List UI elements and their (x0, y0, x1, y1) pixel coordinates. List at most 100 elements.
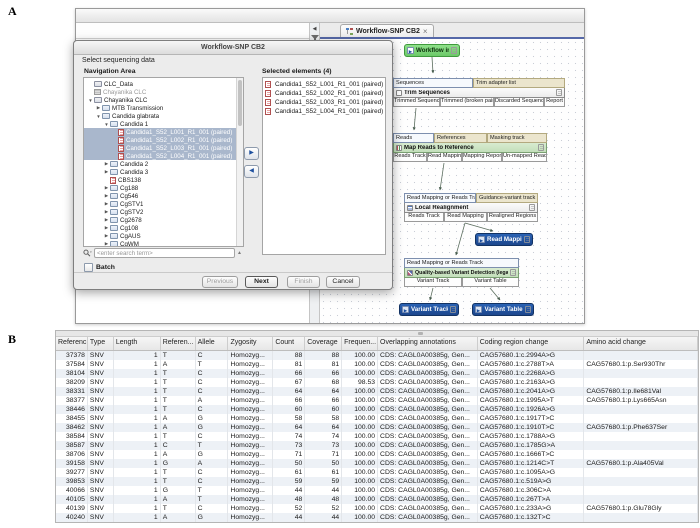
output-port[interactable]: Read Mapping (427, 153, 462, 162)
tree-item[interactable]: CLC_Data (84, 80, 243, 88)
tree-item[interactable]: ▶CgSTV1 (84, 200, 243, 208)
output-port[interactable]: Variant Table (462, 278, 519, 287)
node-menu-icon[interactable] (510, 269, 516, 276)
table-row[interactable]: 37378SNV1TCHomozyg...8888100.00CDS: CAGL… (56, 351, 698, 360)
input-port[interactable]: Guidance-variant track (476, 193, 538, 203)
tree-expander-icon[interactable]: ▶ (103, 161, 110, 167)
table-header-cell[interactable]: Coding region change (478, 337, 585, 350)
node-menu-icon[interactable] (538, 144, 544, 151)
tree-item[interactable]: ▶Candida 3 (84, 168, 243, 176)
output-port[interactable]: Trimmed (broken pairs) (440, 98, 494, 107)
step-header[interactable]: Map Reads to Reference (393, 143, 547, 153)
output-port[interactable]: Realigned Regions (487, 213, 538, 222)
selected-element[interactable]: Candida1_S52_L001_R1_001 (paired) (263, 80, 385, 89)
workflow-block-map[interactable]: ReadsReferencesMasking trackMap Reads to… (393, 133, 547, 162)
previous-button[interactable]: Previous (202, 276, 238, 288)
batch-checkbox[interactable] (84, 263, 93, 272)
table-row[interactable]: 38455SNV1AGHomozyg...5858100.00CDS: CAGL… (56, 414, 698, 423)
output-port[interactable]: Trimmed Sequences (393, 98, 440, 107)
tree-expander-icon[interactable]: ▶ (103, 201, 110, 207)
tree-item[interactable]: ▶CgAUS (84, 232, 243, 240)
finish-button[interactable]: Finish (287, 276, 320, 288)
tree-item[interactable]: ▼Chayanika CLC (84, 96, 243, 104)
tree-item[interactable]: Candida1_S52_L003_R1_001 (paired) (84, 144, 243, 152)
tree-expander-icon[interactable]: ▶ (103, 193, 110, 199)
table-row[interactable]: 39853SNV1TCHomozyg...5959100.00CDS: CAGL… (56, 477, 698, 486)
table-header-cell[interactable]: Type (88, 337, 114, 350)
tree-item[interactable]: ▶CgWM (84, 240, 243, 247)
table-row[interactable]: 40240SNV1AGHomozyg...4444100.00CDS: CAGL… (56, 513, 698, 522)
output-port[interactable]: Mapping Report (462, 153, 502, 162)
search-input[interactable] (94, 248, 235, 258)
workflow-block-trim[interactable]: SequencesTrim adapter listTrim Sequences… (393, 78, 565, 107)
tree-expander-icon[interactable]: ▼ (95, 114, 102, 119)
tree-scrollbar-thumb[interactable] (238, 80, 242, 126)
input-port[interactable]: Masking track (487, 133, 547, 143)
workflow-block-realign[interactable]: Read Mapping or Reads TrackGuidance-vari… (404, 193, 538, 222)
table-row[interactable]: 39277SNV1TCHomozyg...6161100.00CDS: CAGL… (56, 468, 698, 477)
selected-element[interactable]: Candida1_S52_L003_R1_001 (paired) (263, 98, 385, 107)
output-node-variant-track[interactable]: ▶ Variant Track (399, 303, 459, 316)
node-menu-icon[interactable] (451, 47, 457, 54)
input-port[interactable]: Reads (393, 133, 434, 143)
workflow-block-qvd[interactable]: Read Mapping or Reads TrackQuality-based… (404, 258, 519, 287)
tree-item[interactable]: ▶Cg188 (84, 184, 243, 192)
table-row[interactable]: 40066SNV1GTHomozyg...4444100.00CDS: CAGL… (56, 486, 698, 495)
table-header-cell[interactable]: Coverage (305, 337, 342, 350)
table-header-cell[interactable]: Length (114, 337, 161, 350)
table-row[interactable]: 39158SNV1GAHomozyg...5050100.00CDS: CAGL… (56, 459, 698, 468)
collapse-pane-icon[interactable]: ◀ (310, 26, 319, 32)
tree-item[interactable]: ▶Cg108 (84, 224, 243, 232)
output-port[interactable]: Report (544, 98, 565, 107)
tree-expander-icon[interactable]: ▶ (103, 225, 110, 231)
tree-expander-icon[interactable]: ▶ (103, 185, 110, 191)
table-header-cell[interactable]: Allele (196, 337, 229, 350)
tree-expander-icon[interactable]: ▶ (103, 169, 110, 175)
table-row[interactable]: 38446SNV1TCHomozyg...6060100.00CDS: CAGL… (56, 405, 698, 414)
table-row[interactable]: 38706SNV1AGHomozyg...7171100.00CDS: CAGL… (56, 450, 698, 459)
step-header[interactable]: Quality-based Variant Detection (legacy) (404, 268, 519, 278)
tree-expander-icon[interactable]: ▶ (95, 105, 102, 111)
splitter-handle-icon[interactable] (418, 332, 423, 335)
output-port[interactable]: Discarded Sequences (494, 98, 544, 107)
input-port[interactable]: Read Mapping or Reads Track (404, 258, 519, 268)
tree-item[interactable]: Candida1_S52_L002_R1_001 (paired) (84, 136, 243, 144)
tree-item[interactable]: ▶Candida 2 (84, 160, 243, 168)
table-header-cell[interactable]: Amino acid change (584, 337, 698, 350)
table-row[interactable]: 38377SNV1TAHomozyg...6666100.00CDS: CAGL… (56, 396, 698, 405)
input-port[interactable]: References (434, 133, 487, 143)
step-header[interactable]: Trim Sequences (393, 88, 565, 98)
node-menu-icon[interactable] (556, 89, 562, 96)
selected-element[interactable]: Candida1_S52_L002_R1_001 (paired) (263, 89, 385, 98)
tree-item[interactable]: ▼Candida 1 (84, 120, 243, 128)
table-header-cell[interactable]: Count (273, 337, 305, 350)
table-row[interactable]: 38584SNV1TCHomozyg...7474100.00CDS: CAGL… (56, 432, 698, 441)
node-menu-icon[interactable] (525, 306, 531, 313)
tree-item[interactable]: Chayanika CLC (84, 88, 243, 96)
input-port[interactable]: Trim adapter list (473, 78, 565, 88)
tree-expander-icon[interactable]: ▼ (103, 122, 110, 127)
cancel-button[interactable]: Cancel (326, 276, 360, 288)
table-header-cell[interactable]: Overlapping annotations (378, 337, 478, 350)
tree-item[interactable]: ▶CgSTV2 (84, 208, 243, 216)
input-port[interactable]: Read Mapping or Reads Track (404, 193, 476, 203)
table-header-cell[interactable]: Referenc... (56, 337, 88, 350)
output-port[interactable]: Variant Track (404, 278, 462, 287)
remove-elements-button[interactable]: ◀ (244, 165, 259, 178)
table-row[interactable]: 38104SNV1TCHomozyg...6666100.00CDS: CAGL… (56, 369, 698, 378)
output-node-variant-table[interactable]: ▶ Variant Table (472, 303, 534, 316)
output-port[interactable]: Un-mapped Reads (502, 153, 547, 162)
table-row[interactable]: 38587SNV1CTHomozyg...7373100.00CDS: CAGL… (56, 441, 698, 450)
table-row[interactable]: 38462SNV1AGHomozyg...6464100.00CDS: CAGL… (56, 423, 698, 432)
input-port[interactable]: Sequences (393, 78, 473, 88)
tree-expander-icon[interactable]: ▶ (103, 217, 110, 223)
node-menu-icon[interactable] (529, 204, 535, 211)
table-row[interactable]: 40105SNV1ATHomozyg...4848100.00CDS: CAGL… (56, 495, 698, 504)
workflow-input-node[interactable]: ▶ Workflow input (404, 44, 460, 57)
tab-close-icon[interactable]: × (423, 28, 428, 35)
tree-expander-icon[interactable]: ▶ (103, 241, 110, 247)
tree-item[interactable]: Candida1_S52_L004_R1_001 (paired) (84, 152, 243, 160)
tree-item[interactable]: CBS138 (84, 176, 243, 184)
tree-item[interactable]: ▶Cg546 (84, 192, 243, 200)
node-menu-icon[interactable] (450, 306, 456, 313)
